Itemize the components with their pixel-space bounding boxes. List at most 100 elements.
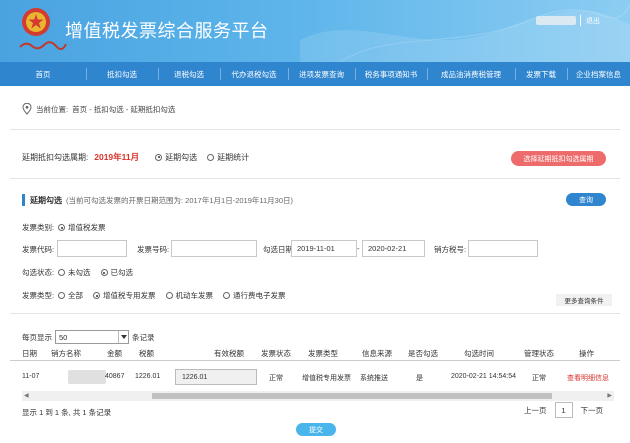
section-accent-bar bbox=[22, 194, 25, 206]
choose-period-button[interactable]: 选择延期抵扣勾选属期 bbox=[511, 151, 606, 166]
radio-dot[interactable] bbox=[58, 292, 65, 299]
current-page-button[interactable]: 1 bbox=[554, 402, 573, 418]
radio-deferred-check[interactable]: 延期勾选 bbox=[155, 152, 197, 163]
scroll-left-arrow-icon[interactable]: ◀ bbox=[24, 392, 29, 399]
invoice-type-label: 发票类型: bbox=[22, 291, 55, 300]
nav-item-agent-refund-check[interactable]: 代办退税勾选 bbox=[220, 62, 288, 86]
radio-label: 通行费电子发票 bbox=[233, 291, 286, 300]
cell-invoice-type: 增值税专用发票 bbox=[302, 375, 351, 382]
nav-item-invoice-download[interactable]: 发票下载 bbox=[515, 62, 567, 86]
radio-dot[interactable] bbox=[58, 269, 65, 276]
cell-source: 系统推送 bbox=[360, 375, 388, 382]
more-conditions-button[interactable]: 更多查询条件 bbox=[556, 294, 612, 306]
chevron-down-icon[interactable] bbox=[118, 331, 128, 343]
radio-label: 增值税专用发票 bbox=[103, 291, 156, 300]
divider bbox=[10, 313, 620, 314]
radio-type-all[interactable]: 全部 bbox=[58, 290, 83, 301]
col-header-amount[interactable]: 金额 bbox=[107, 348, 122, 359]
col-header-valid-tax[interactable]: 有效税额 bbox=[214, 348, 244, 359]
date-from-input[interactable]: 2019-11-01 bbox=[291, 240, 357, 257]
col-header-mgmt-status[interactable]: 管理状态 bbox=[524, 348, 554, 359]
col-header-date[interactable]: 日期 bbox=[22, 348, 37, 359]
radio-deferred-stats[interactable]: 延期统计 bbox=[207, 152, 249, 163]
scrollbar-thumb[interactable] bbox=[152, 393, 552, 399]
col-header-check-time[interactable]: 勾选时间 bbox=[464, 348, 494, 359]
invoice-category-radio[interactable]: 增值税发票 bbox=[58, 222, 116, 233]
radio-dot[interactable] bbox=[223, 292, 230, 299]
invoice-code-label: 发票代码: bbox=[22, 245, 55, 254]
radio-dot[interactable] bbox=[165, 292, 173, 299]
period-value: 2019年11月 bbox=[94, 152, 140, 162]
radio-dot-selected[interactable] bbox=[100, 269, 108, 276]
section-title: 延期勾选 bbox=[30, 195, 62, 205]
nav-item-input-invoice-query[interactable]: 进项发票查询 bbox=[288, 62, 355, 86]
col-header-tax[interactable]: 税额 bbox=[139, 348, 154, 359]
valid-tax-input[interactable]: 1226.01 bbox=[175, 369, 257, 385]
cell-amount: 40867 bbox=[105, 373, 125, 380]
user-name-redacted bbox=[536, 16, 576, 25]
divider bbox=[10, 178, 620, 179]
submit-button[interactable]: 提交 bbox=[296, 423, 336, 436]
nav-item-deduction-check[interactable]: 抵扣勾选 bbox=[86, 62, 158, 86]
date-to-input[interactable]: 2020-02-21 bbox=[362, 240, 425, 257]
col-header-action[interactable]: 操作 bbox=[579, 348, 594, 359]
divider bbox=[10, 129, 620, 130]
national-emblem-icon bbox=[22, 8, 50, 36]
radio-dot-selected[interactable] bbox=[93, 292, 100, 299]
col-header-invoice-type[interactable]: 发票类型 bbox=[308, 348, 338, 359]
nav-item-oil-tax-mgmt[interactable]: 成品油消费税管理 bbox=[427, 62, 515, 86]
horizontal-scrollbar[interactable]: ◀ ▶ bbox=[22, 391, 614, 401]
radio-dot-selected[interactable] bbox=[155, 153, 163, 161]
table-row: 11-07 40867 1226.01 1226.01 正常 增值税专用发票 系… bbox=[10, 361, 620, 391]
radio-type-toll[interactable]: 通行费电子发票 bbox=[223, 290, 286, 301]
page-size-label: 每页显示 bbox=[22, 332, 52, 342]
radio-unchecked[interactable]: 未勾选 bbox=[58, 267, 91, 278]
query-button[interactable]: 查询 bbox=[566, 193, 606, 206]
radio-label: 延期勾选 bbox=[165, 152, 198, 162]
nav-item-tax-notice[interactable]: 税务事项通知书 bbox=[355, 62, 427, 86]
cell-checked: 是 bbox=[416, 375, 423, 382]
invoice-number-label: 发票号码: bbox=[137, 245, 170, 254]
invoice-code-input[interactable] bbox=[57, 240, 127, 257]
cell-seller-name-redacted bbox=[68, 370, 106, 384]
page-size-suffix: 条记录 bbox=[132, 332, 155, 342]
col-header-seller-name[interactable]: 销方名称 bbox=[51, 348, 81, 359]
col-header-source[interactable]: 信息来源 bbox=[362, 348, 392, 359]
col-header-invoice-status[interactable]: 发票状态 bbox=[261, 348, 291, 359]
page-size-value: 50 bbox=[59, 332, 68, 342]
table-header: 日期 销方名称 金额 税额 有效税额 发票状态 发票类型 信息来源 是否勾选 勾… bbox=[10, 345, 620, 361]
radio-label: 已勾选 bbox=[110, 268, 134, 277]
breadcrumb: 当前位置: 首页 - 抵扣勾选 - 延期抵扣勾选 bbox=[22, 103, 175, 115]
radio-type-vehicle[interactable]: 机动车发票 bbox=[165, 290, 214, 301]
radio-dot-selected[interactable] bbox=[58, 224, 65, 231]
nav-item-home[interactable]: 首页 bbox=[0, 62, 86, 86]
nav-item-refund-check[interactable]: 退税勾选 bbox=[158, 62, 220, 86]
breadcrumb-path[interactable]: 首页 - 抵扣勾选 - 延期抵扣勾选 bbox=[72, 104, 175, 115]
next-page-button[interactable]: 下一页 bbox=[581, 405, 604, 416]
pager: 上一页 1 下一页 bbox=[524, 402, 603, 418]
main-nav: 首页 抵扣勾选 退税勾选 代办退税勾选 进项发票查询 税务事项通知书 成品油消费… bbox=[0, 62, 630, 86]
prev-page-button[interactable]: 上一页 bbox=[524, 405, 547, 416]
period-row: 延期抵扣勾选属期: 2019年11月 延期勾选 延期统计 bbox=[22, 151, 259, 163]
period-label: 延期抵扣勾选属期: bbox=[22, 152, 89, 162]
section-header: 延期勾选 (当前可勾选发票的开票日期范围为: 2017年1月1日-2019年11… bbox=[22, 194, 293, 206]
header-wave-decoration bbox=[300, 4, 630, 62]
radio-label: 机动车发票 bbox=[175, 291, 214, 300]
logout-link[interactable]: 退出 bbox=[586, 16, 600, 26]
radio-dot[interactable] bbox=[207, 153, 215, 161]
record-summary: 显示 1 到 1 条, 共 1 条记录 bbox=[22, 408, 112, 417]
seller-tax-input[interactable] bbox=[468, 240, 538, 257]
page-size-select[interactable]: 50 bbox=[55, 330, 129, 344]
scroll-right-arrow-icon[interactable]: ▶ bbox=[607, 392, 612, 399]
page-size-control: 每页显示 50 条记录 bbox=[22, 330, 155, 344]
header-divider bbox=[580, 15, 581, 26]
col-header-checked[interactable]: 是否勾选 bbox=[408, 348, 438, 359]
view-details-link[interactable]: 查看明细信息 bbox=[567, 373, 609, 383]
radio-label: 全部 bbox=[68, 291, 83, 300]
radio-label: 增值税发票 bbox=[68, 223, 106, 232]
radio-type-special-vat[interactable]: 增值税专用发票 bbox=[93, 290, 156, 301]
section-hint: (当前可勾选发票的开票日期范围为: 2017年1月1日-2019年11月30日) bbox=[66, 195, 293, 205]
invoice-number-input[interactable] bbox=[171, 240, 257, 257]
nav-item-enterprise-profile[interactable]: 企业档案信息 bbox=[567, 62, 630, 86]
radio-checked[interactable]: 已勾选 bbox=[100, 267, 134, 278]
